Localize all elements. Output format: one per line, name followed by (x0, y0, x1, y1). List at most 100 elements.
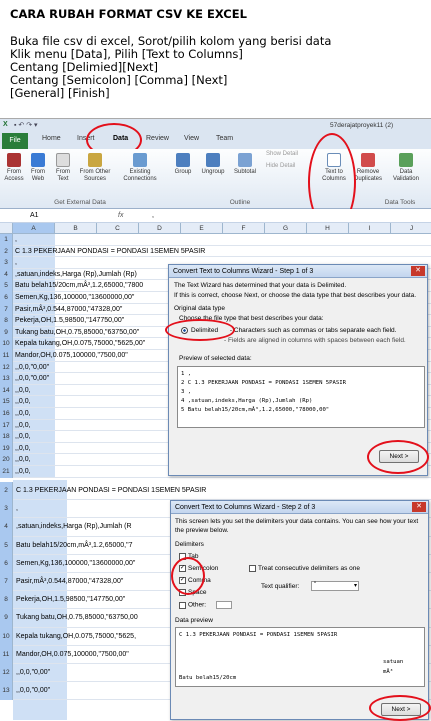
cell-a[interactable]: C 1.3 PEKERJAAN PONDASI = PONDASI 1SEMEN… (16, 487, 206, 494)
row-header[interactable]: 8 (0, 591, 13, 610)
cell-a[interactable]: ,satuan,indeks,Harga (Rp),Jumlah (Rp) (15, 271, 137, 278)
row-header[interactable]: 19 (0, 442, 13, 455)
cell-a[interactable]: Mandor,OH,0.075,100000,"7500,00" (15, 352, 128, 359)
row-header[interactable]: 9 (0, 326, 13, 339)
column-header-d[interactable]: D (139, 223, 181, 234)
cell-a[interactable]: Tukang batu,OH,0.75,85000,"63750,00" (15, 329, 139, 336)
cell-a[interactable]: Semen,Kg,136,100000,"13600000,00" (15, 294, 134, 301)
cell-a[interactable]: Tukang batu,OH,0.75,85000,"63750,00 (16, 614, 138, 621)
other-input[interactable] (216, 601, 233, 609)
column-header-f[interactable]: F (223, 223, 265, 234)
existing-connections-button[interactable]: Existing Connections (122, 153, 158, 183)
cell-a[interactable]: Semen,Kg,136,100000,"13600000,00" (16, 560, 135, 567)
column-header-b[interactable]: B (55, 223, 97, 234)
cell-a[interactable]: , (15, 259, 17, 266)
cell-a[interactable]: Kepala tukang,OH,0.075,75000,"5625, (16, 633, 136, 640)
tab-view[interactable]: View (184, 135, 199, 142)
cell-a[interactable]: , (16, 505, 18, 512)
data-validation-button[interactable]: Data Validation (388, 153, 424, 183)
cell-a[interactable]: ,,0,0, (15, 433, 31, 440)
cell-a[interactable]: Pekerja,OH,1.5,98500,"147750,00" (15, 317, 124, 324)
row-header[interactable]: 8 (0, 315, 13, 327)
row-header[interactable]: 6 (0, 554, 13, 573)
row-header[interactable]: 2 (0, 482, 13, 501)
cell-a[interactable]: Batu belah15/20cm,mÂ³,1.2,65000,"7 (16, 542, 133, 549)
column-header-g[interactable]: G (265, 223, 307, 234)
row-header[interactable]: 6 (0, 292, 13, 304)
cell-a[interactable]: ,,0,0, (15, 422, 31, 429)
formula-input[interactable]: , (152, 212, 154, 219)
select-all-corner[interactable] (0, 223, 13, 234)
row-header[interactable]: 7 (0, 573, 13, 592)
column-header-j[interactable]: J (391, 223, 431, 234)
row-header[interactable]: 11 (0, 350, 13, 362)
cell-a[interactable]: ,,0,0,"0,00" (16, 687, 50, 694)
cell-a[interactable]: C 1.3 PEKERJAAN PONDASI = PONDASI 1SEMEN… (15, 248, 205, 255)
row-header[interactable]: 4 (0, 518, 13, 537)
cell-a[interactable]: Batu belah15/20cm,mÂ³,1.2,65000,"7800 (15, 282, 143, 289)
cell-a[interactable]: Kepala tukang,OH,0.075,75000,"5625,00" (15, 340, 145, 347)
other-checkbox[interactable]: Other: (179, 601, 233, 609)
row-header[interactable]: 10 (0, 338, 13, 350)
hide-detail-button[interactable]: Hide Detail (266, 163, 310, 170)
cell-a[interactable]: ,,0,0, (15, 398, 31, 405)
name-box[interactable]: A1 (30, 212, 39, 219)
cell-a[interactable]: Mandor,OH,0.075,100000,"7500,00" (16, 651, 129, 658)
close-icon[interactable]: ✕ (411, 266, 425, 276)
cell-a[interactable]: ,,0,0, (15, 468, 31, 475)
row-header[interactable]: 20 (0, 454, 13, 466)
from-web-button[interactable]: From Web (28, 153, 48, 183)
tab-home[interactable]: Home (42, 135, 61, 142)
treat-consecutive-checkbox[interactable]: Treat consecutive delimiters as one (249, 565, 360, 572)
subtotal-button[interactable]: Subtotal (230, 153, 260, 176)
row-header[interactable]: 12 (0, 664, 13, 683)
cell-a[interactable]: ,,0,0, (15, 387, 31, 394)
cell-a[interactable]: ,,0,0, (15, 445, 31, 452)
row-header[interactable]: 5 (0, 280, 13, 292)
tab-team[interactable]: Team (216, 135, 233, 142)
row-header[interactable]: 5 (0, 536, 13, 555)
row-header[interactable]: 11 (0, 645, 13, 664)
row-header[interactable]: 13 (0, 373, 13, 385)
cell-a[interactable]: ,,0,0,"0,00" (16, 669, 50, 676)
cell-a[interactable]: ,satuan,indeks,Harga (Rp),Jumlah (R (16, 523, 132, 530)
remove-duplicates-button[interactable]: Remove Duplicates (352, 153, 384, 183)
tab-review[interactable]: Review (146, 135, 169, 142)
from-text-button[interactable]: From Text (52, 153, 74, 183)
cell-a[interactable]: ,,0,0,"0,00" (15, 364, 49, 371)
row-header[interactable]: 3 (0, 257, 13, 269)
save-icon[interactable]: ▪ ↶ ↷ ▾ (14, 121, 38, 129)
row-header[interactable]: 10 (0, 627, 13, 646)
cell-a[interactable]: , (15, 236, 17, 243)
row-header[interactable]: 16 (0, 408, 13, 420)
tab-file[interactable]: File (2, 133, 28, 149)
row-header[interactable]: 2 (0, 245, 13, 258)
ungroup-button[interactable]: Ungroup (198, 153, 228, 176)
checkbox-icon[interactable] (249, 565, 256, 572)
column-header-a[interactable]: A (13, 223, 55, 234)
row-header[interactable]: 13 (0, 682, 13, 701)
cell-a[interactable]: Pasir,mÂ³,0.544,87000,"47328,00" (16, 578, 123, 585)
row-header[interactable]: 4 (0, 268, 13, 281)
from-access-button[interactable]: From Access (2, 153, 26, 183)
cell-a[interactable]: ,,0,0, (15, 456, 31, 463)
row-header[interactable]: 21 (0, 466, 13, 478)
cell-a[interactable]: ,,0,0, (15, 410, 31, 417)
row-header[interactable]: 18 (0, 431, 13, 443)
row-header[interactable]: 1 (0, 234, 13, 246)
row-header[interactable]: 17 (0, 419, 13, 432)
row-header[interactable]: 12 (0, 361, 13, 374)
column-header-i[interactable]: I (349, 223, 391, 234)
column-header-h[interactable]: H (307, 223, 349, 234)
row-header[interactable]: 3 (0, 500, 13, 519)
checkbox-icon[interactable] (179, 601, 186, 609)
group-button[interactable]: Group (172, 153, 194, 176)
cell-a[interactable]: Pekerja,OH,1.5,98500,"147750,00" (16, 596, 125, 603)
from-other-sources-button[interactable]: From Other Sources (78, 153, 112, 183)
row-header[interactable]: 7 (0, 303, 13, 316)
row-header[interactable]: 9 (0, 609, 13, 628)
cell-a[interactable]: ,,0,0,"0,00" (15, 375, 49, 382)
row-header[interactable]: 14 (0, 384, 13, 397)
cell-a[interactable]: Pasir,mÂ³,0.544,87000,"47328,00" (15, 306, 122, 313)
text-qualifier-select[interactable]: " ▾ (311, 581, 359, 591)
